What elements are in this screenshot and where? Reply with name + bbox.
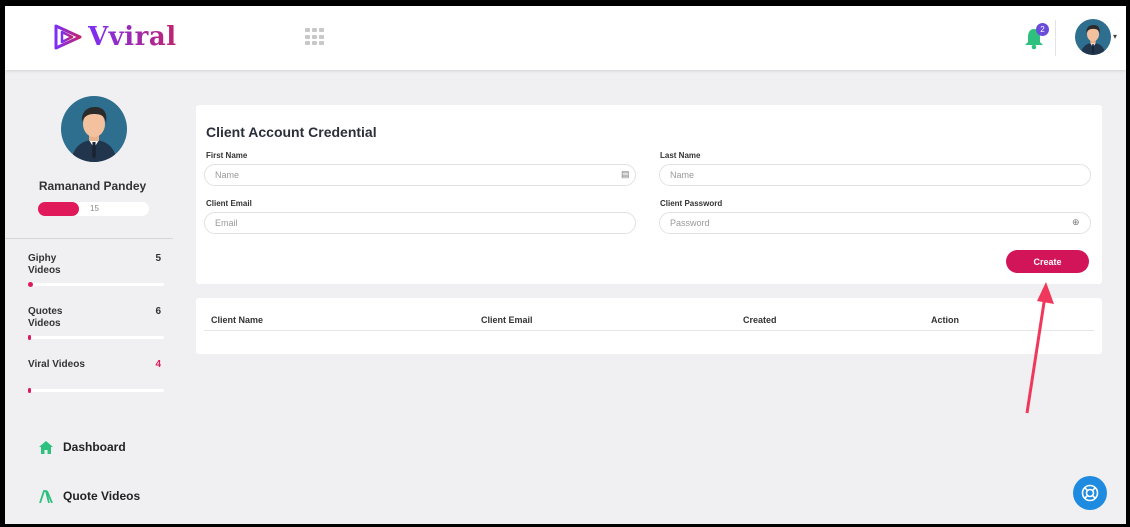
stat-label: Viral Videos xyxy=(28,359,85,370)
last-name-input[interactable] xyxy=(659,164,1091,186)
nav-item-dashboard[interactable]: Dashboard xyxy=(39,440,126,454)
column-header[interactable]: Client Email xyxy=(481,315,533,325)
first-name-input[interactable] xyxy=(204,164,636,186)
stat-label: Giphy Videos xyxy=(28,253,61,276)
stat-count: 4 xyxy=(155,359,161,370)
last-name-label: Last Name xyxy=(660,151,701,160)
annotation-arrow xyxy=(1025,282,1054,414)
help-button[interactable] xyxy=(1073,476,1107,510)
app-frame: Vviral 2 ▾ Ramanand Pandey 15 Giphy Vide… xyxy=(5,6,1126,524)
client-credential-card: Client Account Credential First Name ▤ L… xyxy=(196,105,1102,284)
client-email-input[interactable] xyxy=(204,212,636,234)
notification-badge: 2 xyxy=(1036,23,1049,36)
stat-bar-fill xyxy=(28,388,31,393)
stat-bar xyxy=(28,388,164,393)
chevron-down-icon[interactable]: ▾ xyxy=(1113,32,1117,41)
quote-videos-icon xyxy=(39,489,53,503)
client-password-input[interactable] xyxy=(659,212,1091,234)
stat-count: 6 xyxy=(155,306,161,317)
table-header-divider xyxy=(204,330,1094,331)
stat-viral-videos: Viral Videos 4 xyxy=(28,359,164,393)
id-card-icon: ▤ xyxy=(621,169,630,179)
clients-table: Client Name Client Email Created Action xyxy=(196,298,1102,354)
stat-bar xyxy=(28,335,164,340)
column-header[interactable]: Client Name xyxy=(211,315,263,325)
stat-giphy-videos: Giphy Videos 5 xyxy=(28,253,164,287)
level-progress: 15 xyxy=(38,202,149,216)
nav-label: Dashboard xyxy=(63,440,126,454)
stat-label: Quotes Videos xyxy=(28,306,63,329)
apps-grid-icon[interactable] xyxy=(305,28,327,46)
profile-avatar xyxy=(61,96,127,162)
logo-play-icon xyxy=(54,24,82,50)
column-header[interactable]: Created xyxy=(743,315,777,325)
lifebuoy-icon xyxy=(1081,484,1099,502)
sidebar: Ramanand Pandey 15 Giphy Videos 5 Quotes… xyxy=(5,70,190,524)
home-icon xyxy=(39,440,53,454)
nav-label: Quote Videos xyxy=(63,489,141,503)
brand-logo[interactable]: Vviral xyxy=(52,22,177,52)
user-name: Ramanand Pandey xyxy=(38,179,147,193)
user-avatar[interactable] xyxy=(1075,19,1111,55)
stat-count: 5 xyxy=(155,253,161,264)
column-header[interactable]: Action xyxy=(931,315,959,325)
client-email-label: Client Email xyxy=(206,199,252,208)
stat-bar xyxy=(28,282,164,287)
create-button[interactable]: Create xyxy=(1006,250,1089,273)
card-title: Client Account Credential xyxy=(206,124,377,140)
logo-text: Vviral xyxy=(88,22,177,52)
top-bar: Vviral 2 ▾ xyxy=(5,6,1126,70)
lock-icon[interactable]: ⊕ xyxy=(1072,217,1080,228)
stat-quotes-videos: Quotes Videos 6 xyxy=(28,306,164,340)
client-password-label: Client Password xyxy=(660,199,723,208)
level-progress-fill xyxy=(38,202,80,216)
level-value: 15 xyxy=(90,204,99,213)
stat-bar-fill xyxy=(28,335,31,340)
header-divider xyxy=(1055,20,1056,56)
sidebar-divider xyxy=(5,238,173,239)
first-name-label: First Name xyxy=(206,151,248,160)
nav-item-quote-videos[interactable]: Quote Videos xyxy=(39,489,140,503)
stat-bar-fill xyxy=(28,282,34,287)
